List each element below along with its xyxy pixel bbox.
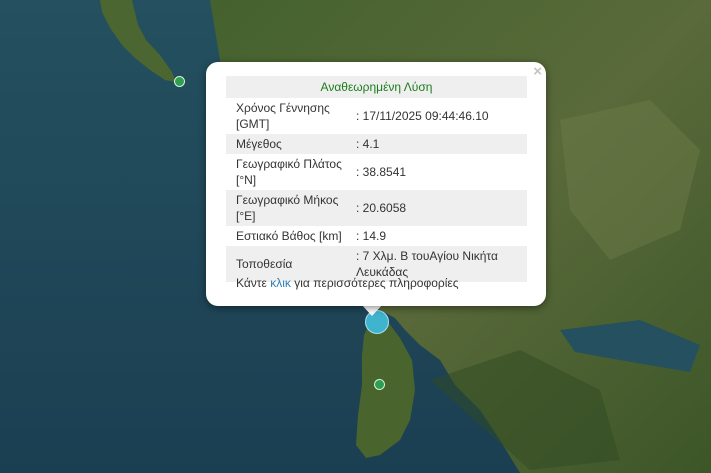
row-value: : 14.9 xyxy=(356,229,387,243)
table-row: Γεωγραφικό Μήκος [°E] : 20.6058 xyxy=(226,190,527,226)
table-row: Γεωγραφικό Πλάτος [°N] : 38.8541 xyxy=(226,154,527,190)
more-info-link[interactable]: κλικ xyxy=(270,276,291,290)
row-value: : 38.8541 xyxy=(356,165,407,179)
table-row: Εστιακό Βάθος [km] : 14.9 xyxy=(226,226,527,246)
event-details-table: Αναθεωρημένη Λύση Χρόνος Γέννησης [GMT] … xyxy=(226,76,527,282)
row-value: : 4.1 xyxy=(350,134,527,154)
popup-header-row: Αναθεωρημένη Λύση xyxy=(226,76,527,98)
row-value: : 20.6058 xyxy=(350,190,527,226)
popup-title: Αναθεωρημένη Λύση xyxy=(226,76,527,98)
earthquake-marker-small[interactable] xyxy=(174,76,185,87)
row-label: Εστιακό Βάθος [km] xyxy=(236,229,342,243)
table-row: Χρόνος Γέννησης [GMT] : 17/11/2025 09:44… xyxy=(226,98,527,134)
popup-footer: Κάντε κλικ για περισσότερες πληροφορίες xyxy=(236,276,459,290)
row-label: Χρόνος Γέννησης [GMT] xyxy=(236,101,330,131)
event-popup: × Αναθεωρημένη Λύση Χρόνος Γέννησης [GMT… xyxy=(206,62,546,306)
row-label: Γεωγραφικό Πλάτος [°N] xyxy=(236,157,342,187)
row-label: Μέγεθος xyxy=(226,134,350,154)
footer-text: για περισσότερες πληροφορίες xyxy=(294,276,459,290)
row-value: : 17/11/2025 09:44:46.10 xyxy=(356,109,489,123)
earthquake-marker-small[interactable] xyxy=(374,379,385,390)
table-row: Μέγεθος : 4.1 xyxy=(226,134,527,154)
row-label: Γεωγραφικό Μήκος [°E] xyxy=(226,190,350,226)
close-icon[interactable]: × xyxy=(533,64,542,80)
footer-text: Κάντε xyxy=(236,276,267,290)
